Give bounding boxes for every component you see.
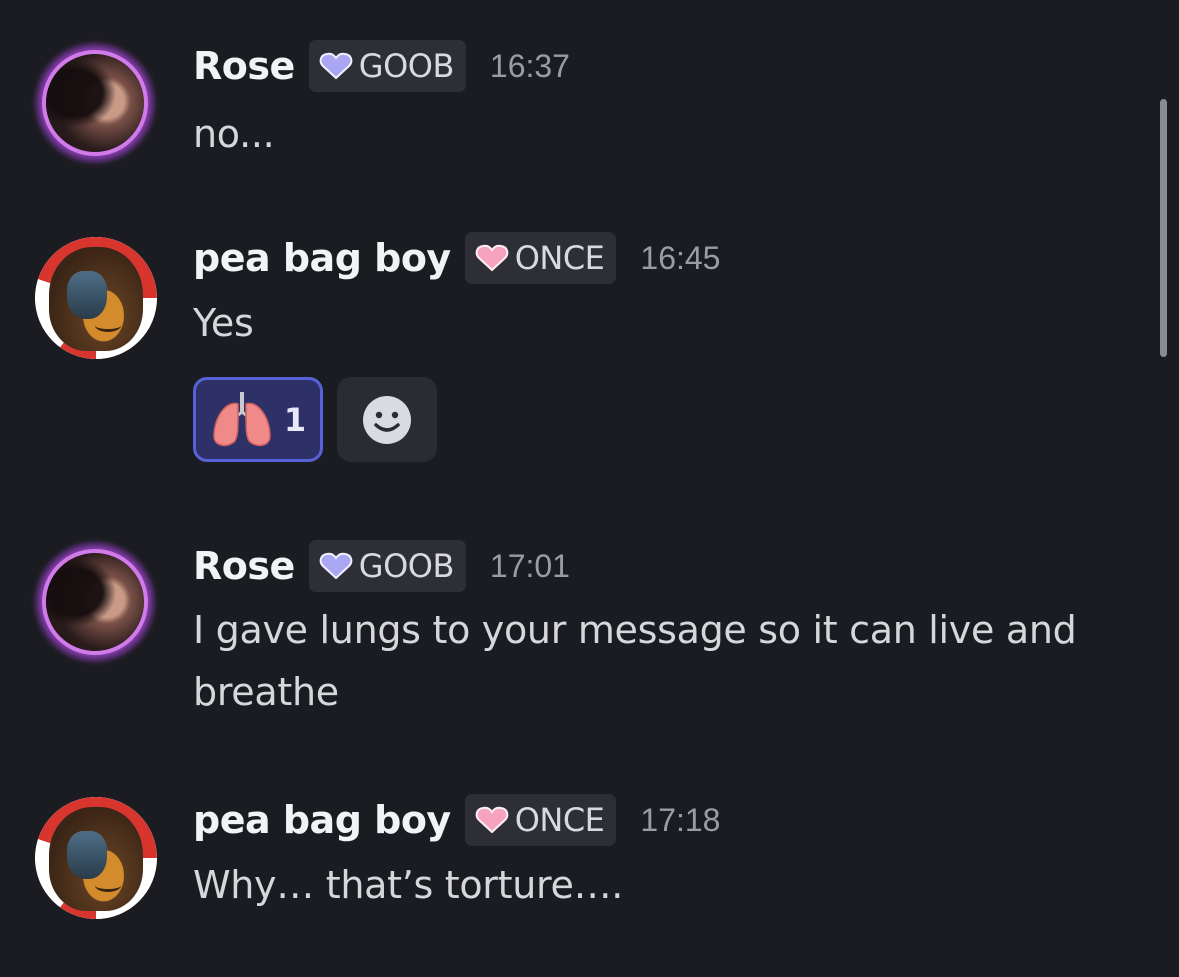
message-line: I gave lungs to your message so it can l… [193, 608, 1077, 652]
role-tag-label: GOOB [358, 47, 455, 85]
role-tag[interactable]: GOOB [308, 40, 466, 92]
username[interactable]: pea bag boy [193, 236, 451, 280]
role-tag[interactable]: GOOB [308, 540, 466, 592]
avatar-hair [46, 553, 144, 651]
reaction-lungs-button[interactable]: 1 [193, 377, 323, 462]
timestamp: 17:01 [489, 547, 570, 584]
message-line: breathe [193, 670, 339, 714]
message-header: Rose GOOB 17:01 [193, 538, 570, 594]
heart-icon [319, 552, 353, 580]
message-text: no... [193, 103, 1143, 165]
avatar[interactable] [35, 237, 157, 359]
role-tag-label: GOOB [358, 547, 455, 585]
message-line: no... [193, 112, 275, 156]
message-text: Why… that’s torture…. [193, 854, 1143, 916]
timestamp: 16:45 [640, 239, 721, 276]
message-header: pea bag boy ONCE 16:45 [193, 230, 720, 286]
username[interactable]: Rose [193, 44, 295, 88]
heart-icon [475, 806, 509, 834]
role-tag[interactable]: ONCE [464, 232, 617, 284]
avatar-fringe [67, 271, 107, 319]
message-line: Yes [193, 301, 254, 345]
timestamp: 17:18 [640, 801, 721, 838]
role-tag[interactable]: ONCE [464, 794, 617, 846]
username[interactable]: pea bag boy [193, 798, 451, 842]
heart-icon [319, 52, 353, 80]
message-text: Yes [193, 292, 1143, 354]
avatar[interactable] [30, 537, 160, 667]
avatar-hair [46, 54, 144, 152]
smiley-face-icon [363, 395, 411, 444]
avatar[interactable] [30, 38, 160, 168]
role-tag-label: ONCE [514, 801, 605, 839]
username[interactable]: Rose [193, 544, 295, 588]
role-tag-label: ONCE [514, 239, 605, 277]
avatar-smile [95, 319, 121, 332]
scrollbar[interactable] [1160, 99, 1167, 357]
reaction-bar: 1 [193, 377, 437, 462]
message-text: I gave lungs to your message so it can l… [193, 599, 1143, 723]
avatar-fringe [67, 831, 107, 879]
message-header: Rose GOOB 16:37 [193, 38, 570, 94]
add-reaction-button[interactable] [337, 377, 437, 462]
chat-message-list: Rose GOOB 16:37 no... pea bag boy ONCE 1… [0, 0, 1179, 977]
lungs-icon [213, 391, 271, 446]
avatar-smile [95, 879, 121, 892]
message-header: pea bag boy ONCE 17:18 [193, 792, 720, 848]
message-line: Why… that’s torture…. [193, 863, 624, 907]
timestamp: 16:37 [489, 47, 570, 84]
heart-icon [475, 244, 509, 272]
avatar[interactable] [35, 797, 157, 919]
reaction-count: 1 [283, 400, 307, 439]
